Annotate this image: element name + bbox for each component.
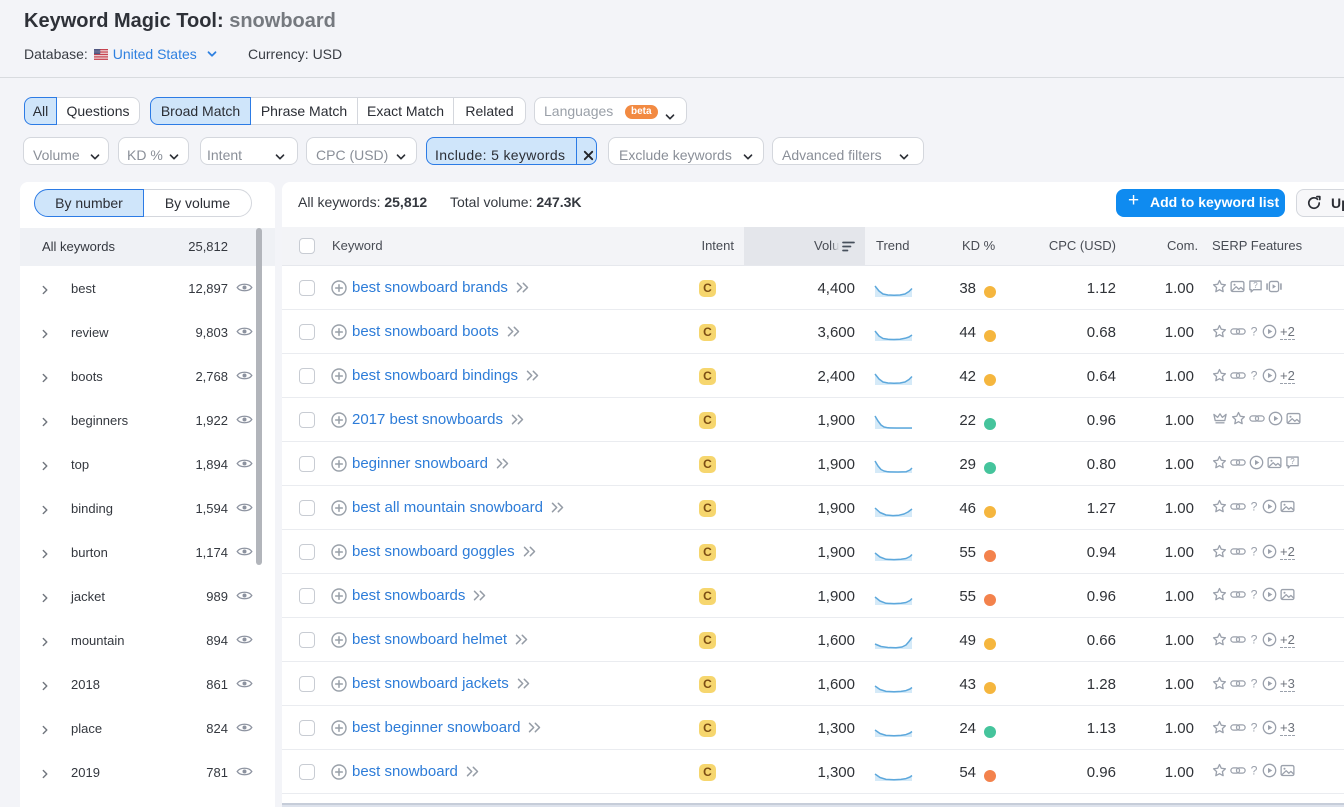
svg-text:?: ? <box>1290 457 1295 466</box>
svg-text:?: ? <box>1251 677 1258 691</box>
svg-text:?: ? <box>1251 369 1258 383</box>
svg-text:?: ? <box>1251 588 1258 602</box>
svg-text:?: ? <box>1251 633 1258 647</box>
svg-text:?: ? <box>1251 325 1258 339</box>
svg-text:?: ? <box>1253 281 1258 290</box>
svg-text:?: ? <box>1251 721 1258 735</box>
svg-text:?: ? <box>1251 545 1258 559</box>
svg-text:?: ? <box>1251 764 1258 778</box>
svg-text:?: ? <box>1251 500 1258 514</box>
